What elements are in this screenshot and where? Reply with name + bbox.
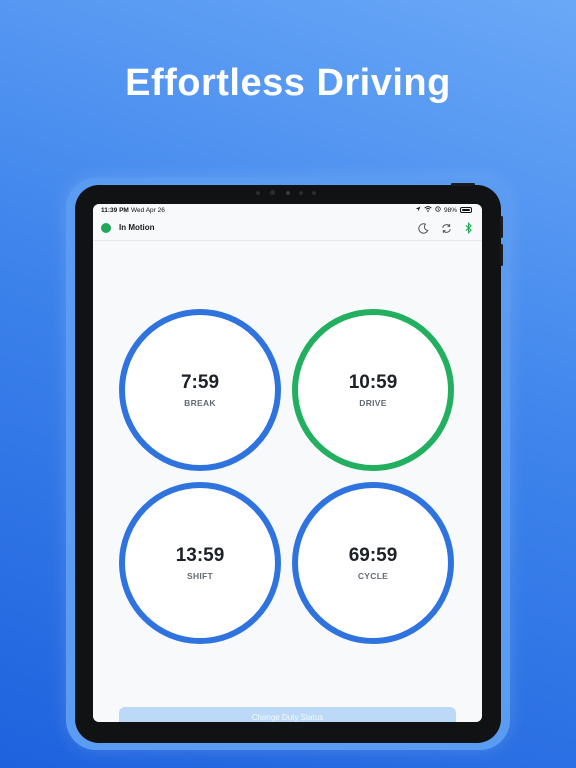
- camera-dot: [286, 191, 290, 195]
- drive-timer-value: 10:59: [348, 371, 398, 393]
- top-nav: In Motion: [93, 218, 482, 241]
- status-indicators: 98%: [415, 206, 472, 214]
- sync-icon[interactable]: [439, 221, 453, 235]
- status-time: 11:39 PM: [101, 207, 129, 214]
- app-screen: 11:39 PM Wed Apr 26 98% In Motion 7:59 B…: [93, 204, 482, 722]
- drive-timer[interactable]: 10:59 DRIVE: [292, 309, 454, 471]
- duty-status-label: In Motion: [119, 223, 155, 232]
- volume-down-button: [500, 244, 503, 266]
- moon-icon[interactable]: [416, 221, 430, 235]
- power-button: [451, 183, 475, 186]
- change-duty-status-button[interactable]: Change Duty Status: [119, 707, 456, 722]
- break-timer-label: BREAK: [184, 397, 216, 408]
- headline: Effortless Driving: [125, 62, 451, 104]
- camera-dot: [312, 191, 316, 195]
- status-indicator-dot: [101, 223, 111, 233]
- break-timer-value: 7:59: [180, 371, 220, 393]
- break-timer[interactable]: 7:59 BREAK: [119, 309, 281, 471]
- shift-timer-value: 13:59: [175, 544, 225, 566]
- shift-timer-label: SHIFT: [186, 570, 214, 581]
- battery-icon: [460, 207, 472, 213]
- volume-up-button: [500, 216, 503, 238]
- cycle-timer-label: CYCLE: [357, 570, 389, 581]
- cycle-timer[interactable]: 69:59 CYCLE: [292, 482, 454, 644]
- camera-lens: [270, 190, 275, 195]
- camera-dot: [299, 191, 303, 195]
- wifi-icon: [424, 206, 432, 214]
- alarm-icon: [435, 206, 441, 214]
- cycle-timer-value: 69:59: [348, 544, 398, 566]
- battery-fill: [462, 209, 470, 211]
- status-bar: 11:39 PM Wed Apr 26 98%: [93, 204, 482, 218]
- status-date: Wed Apr 26: [131, 207, 165, 214]
- shift-timer[interactable]: 13:59 SHIFT: [119, 482, 281, 644]
- drive-timer-label: DRIVE: [359, 397, 387, 408]
- location-icon: [415, 206, 421, 214]
- camera-dot: [256, 191, 260, 195]
- bluetooth-icon[interactable]: [461, 221, 475, 235]
- battery-percent: 98%: [443, 206, 457, 214]
